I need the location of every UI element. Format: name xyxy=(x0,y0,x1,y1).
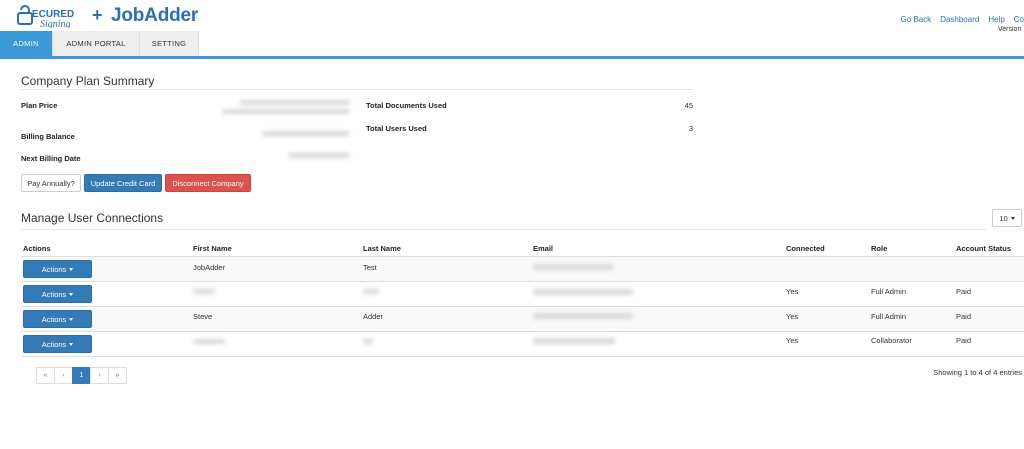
total-users-value: 3 xyxy=(688,124,693,133)
cell-role: Collaborator xyxy=(871,336,912,345)
actions-label: Actions xyxy=(41,289,67,299)
row-actions-button[interactable]: Actions xyxy=(23,260,92,278)
table-row xyxy=(21,256,1024,281)
top-links: Go Back Dashboard Help Co xyxy=(891,15,1024,24)
pagination: « ‹ 1 › » xyxy=(36,367,127,384)
total-documents-label: Total Documents Used xyxy=(366,101,447,110)
col-account-status[interactable]: Account Status xyxy=(956,244,1011,253)
pagination-first[interactable]: « xyxy=(36,367,55,384)
pagination-page-1[interactable]: 1 xyxy=(72,367,91,384)
plan-title-divider xyxy=(21,89,693,90)
col-role[interactable]: Role xyxy=(871,244,887,253)
col-first-name[interactable]: First Name xyxy=(193,244,232,253)
tab-admin-portal[interactable]: ADMIN PORTAL xyxy=(53,31,140,56)
pay-annually-button[interactable]: Pay Annually? xyxy=(21,174,81,192)
users-title-divider xyxy=(21,229,986,230)
dashboard-link[interactable]: Dashboard xyxy=(940,15,979,24)
update-credit-card-button[interactable]: Update Credit Card xyxy=(84,174,162,192)
pagination-prev[interactable]: ‹ xyxy=(54,367,73,384)
billing-balance-label: Billing Balance xyxy=(21,132,75,141)
actions-label: Actions xyxy=(41,314,67,324)
cell-email-redacted xyxy=(533,264,613,270)
tab-admin[interactable]: ADMIN xyxy=(0,31,53,56)
cell-status: Paid xyxy=(956,287,972,296)
actions-label: Actions xyxy=(41,264,67,274)
contact-link[interactable]: Co xyxy=(1014,15,1024,24)
cell-last-name-redacted xyxy=(363,339,373,344)
row-actions-button[interactable]: Actions xyxy=(23,310,92,328)
cell-first-name-redacted xyxy=(193,289,215,294)
row-actions-button[interactable]: Actions xyxy=(23,335,92,353)
billing-balance-value-redacted xyxy=(262,131,350,136)
col-email[interactable]: Email xyxy=(533,244,553,253)
go-back-link[interactable]: Go Back xyxy=(900,15,931,24)
total-documents-value: 45 xyxy=(684,101,693,110)
secured-signing-logo: ECURED Signing xyxy=(17,5,74,28)
cell-connected: Yes xyxy=(786,312,799,321)
entries-info: Showing 1 to 4 of 4 entries xyxy=(933,368,1022,377)
cell-email-redacted xyxy=(533,338,615,344)
cell-email-redacted xyxy=(533,313,633,319)
pagination-last[interactable]: » xyxy=(108,367,127,384)
cell-email-redacted xyxy=(533,289,633,295)
plan-price-value-redacted xyxy=(240,100,350,105)
disconnect-company-button[interactable]: Disconnect Company xyxy=(165,174,251,192)
cell-connected: Yes xyxy=(786,336,799,345)
logo[interactable]: ECURED Signing + JobAdder xyxy=(14,4,198,28)
tab-setting[interactable]: SETTING xyxy=(140,31,199,56)
pagination-next[interactable]: › xyxy=(90,367,109,384)
caret-down-icon xyxy=(69,292,74,296)
col-last-name[interactable]: Last Name xyxy=(363,244,401,253)
header: ECURED Signing + JobAdder Go Back Dashbo… xyxy=(0,0,1024,33)
caret-down-icon xyxy=(1010,216,1015,220)
caret-down-icon xyxy=(69,342,74,346)
tab-underline xyxy=(0,56,1024,59)
total-users-label: Total Users Used xyxy=(366,124,427,133)
jobadder-logo: JobAdder xyxy=(111,5,199,26)
caret-down-icon xyxy=(69,267,74,271)
actions-label: Actions xyxy=(41,339,67,349)
main-tabs: ADMIN ADMIN PORTAL SETTING xyxy=(0,31,199,56)
plan-price-label: Plan Price xyxy=(21,101,58,110)
help-link[interactable]: Help xyxy=(988,15,1004,24)
cell-role: Full Admin xyxy=(871,312,907,321)
table-bottom-border xyxy=(21,356,1024,357)
plan-summary-title: Company Plan Summary xyxy=(21,74,155,88)
svg-text:Signing: Signing xyxy=(40,19,71,28)
cell-role: Full Admin xyxy=(871,287,907,296)
cell-first-name-redacted xyxy=(193,339,225,344)
page-size-select[interactable]: 10 xyxy=(992,209,1022,227)
cell-last-name: Adder xyxy=(363,312,384,321)
cell-first-name: JobAdder xyxy=(193,263,226,272)
cell-status: Paid xyxy=(956,336,972,345)
logo-plus: + xyxy=(92,5,103,25)
cell-first-name: Steve xyxy=(193,312,213,321)
cell-last-name-redacted xyxy=(363,289,379,294)
col-actions: Actions xyxy=(23,244,51,253)
user-connections-title: Manage User Connections xyxy=(21,211,164,225)
cell-connected: Yes xyxy=(786,287,799,296)
next-billing-date-value-redacted xyxy=(288,153,350,158)
cell-status: Paid xyxy=(956,312,972,321)
plan-price-value-redacted-2 xyxy=(222,109,350,114)
next-billing-date-label: Next Billing Date xyxy=(21,154,81,163)
row-actions-button[interactable]: Actions xyxy=(23,285,92,303)
caret-down-icon xyxy=(69,317,74,321)
page-size-value: 10 xyxy=(999,213,1008,223)
cell-last-name: Test xyxy=(363,263,377,272)
version-text: Version 1 xyxy=(998,26,1024,33)
col-connected[interactable]: Connected xyxy=(786,244,825,253)
